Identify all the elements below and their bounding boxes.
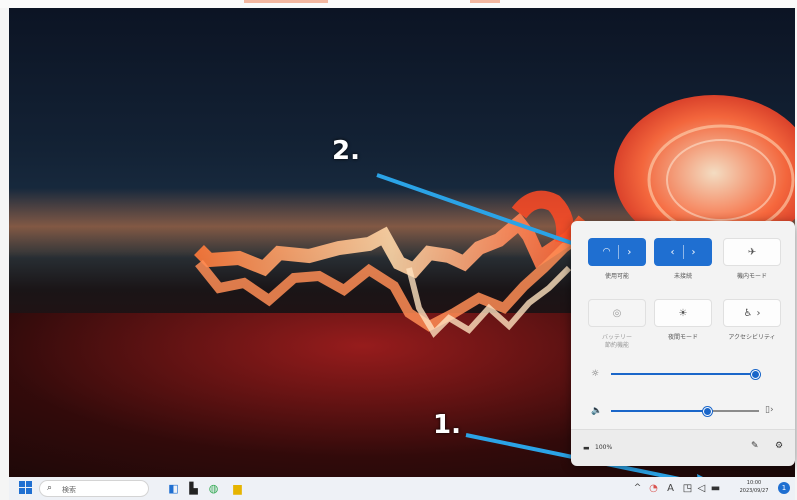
wifi-chevron-icon[interactable]: ›: [627, 247, 631, 258]
battery-saver-tile[interactable]: ◎: [588, 299, 646, 327]
top-strip: [0, 0, 797, 8]
clock-date: 2023/09/27: [739, 488, 769, 494]
bluetooth-icon: ‹: [670, 246, 675, 258]
bluetooth-tile[interactable]: ‹ ›: [654, 238, 712, 266]
accessibility-tile[interactable]: ♿ ›: [723, 299, 781, 327]
tray-app-icon[interactable]: ◔: [647, 482, 660, 495]
tray-overflow-chevron-icon[interactable]: ^: [631, 482, 644, 495]
start-button[interactable]: [19, 481, 32, 494]
battery-saver-icon: ◎: [612, 307, 622, 319]
input-method-indicator[interactable]: A: [664, 482, 677, 495]
notification-badge[interactable]: 1: [778, 482, 790, 494]
wifi-tray-icon[interactable]: ◳: [681, 482, 694, 495]
volume-icon: 🔈: [591, 406, 603, 416]
airplane-tile[interactable]: ✈: [723, 238, 781, 266]
night-light-tile[interactable]: ☀: [654, 299, 712, 327]
annotation-step-1: 1.: [433, 410, 461, 440]
clock-time: 10:00: [746, 480, 762, 486]
wifi-tile[interactable]: ◠ ›: [588, 238, 646, 266]
taskbar: ⌕ 検索 ◧ ▙ ◍ ▆ ^ ◔ A ◳ ◁ ▬ 10:00 2023/09/2…: [9, 477, 795, 500]
bluetooth-label: 未接続: [673, 273, 692, 280]
quick-settings-footer: ▬ 100% ✎ ⚙: [571, 429, 795, 466]
edge-browser-icon[interactable]: ◍: [207, 482, 220, 495]
quick-settings-panel: ◠ › 使用可能 ‹ › 未接続 ✈ 機内モード ◎ バッテリー 節約機能 ☀ …: [571, 221, 795, 466]
search-placeholder: 検索: [62, 486, 76, 494]
airplane-icon: ✈: [747, 246, 757, 258]
task-view-icon[interactable]: ◧: [167, 482, 180, 495]
bluetooth-chevron-icon[interactable]: ›: [692, 247, 696, 258]
accessibility-icon: ♿: [743, 307, 753, 319]
taskbar-search-box[interactable]: ⌕ 検索: [39, 480, 149, 497]
edit-pencil-icon[interactable]: ✎: [751, 441, 759, 451]
wifi-label: 使用可能: [604, 273, 629, 280]
wifi-icon: ◠: [602, 247, 611, 257]
screenshot-frame: 2. 1. ◠ › 使用可能 ‹ › 未接続 ✈ 機内モード ◎ バッテリー 節…: [0, 0, 797, 500]
brightness-slider-thumb[interactable]: [750, 370, 760, 379]
audio-output-icon[interactable]: ▯›: [765, 405, 774, 415]
brightness-slider-fill[interactable]: [611, 373, 755, 375]
settings-gear-icon[interactable]: ⚙: [775, 441, 783, 451]
brightness-icon: ☼: [591, 369, 600, 379]
annotation-step-2: 2.: [332, 136, 360, 166]
taskbar-clock[interactable]: 10:00 2023/09/27: [734, 479, 774, 495]
airplane-label: 機内モード: [736, 273, 767, 280]
windows-logo-icon: [19, 481, 32, 494]
accessibility-label: アクセシビリティ: [728, 334, 776, 341]
file-explorer-icon[interactable]: ▆: [231, 482, 244, 495]
volume-slider-fill[interactable]: [611, 410, 708, 412]
volume-tray-icon[interactable]: ◁: [695, 482, 708, 495]
widgets-icon[interactable]: ▙: [187, 482, 200, 495]
night-light-label: 夜間モード: [667, 334, 698, 341]
volume-slider-thumb[interactable]: [703, 407, 713, 416]
battery-tray-icon[interactable]: ▬: [709, 482, 722, 495]
accessibility-chevron-icon[interactable]: ›: [756, 308, 760, 319]
search-icon: ⌕: [47, 483, 53, 493]
night-light-icon: ☀: [678, 307, 688, 319]
battery-icon: ▬: [583, 444, 590, 452]
battery-percentage: 100%: [595, 444, 613, 451]
battery-saver-label: バッテリー 節約機能: [601, 334, 632, 349]
